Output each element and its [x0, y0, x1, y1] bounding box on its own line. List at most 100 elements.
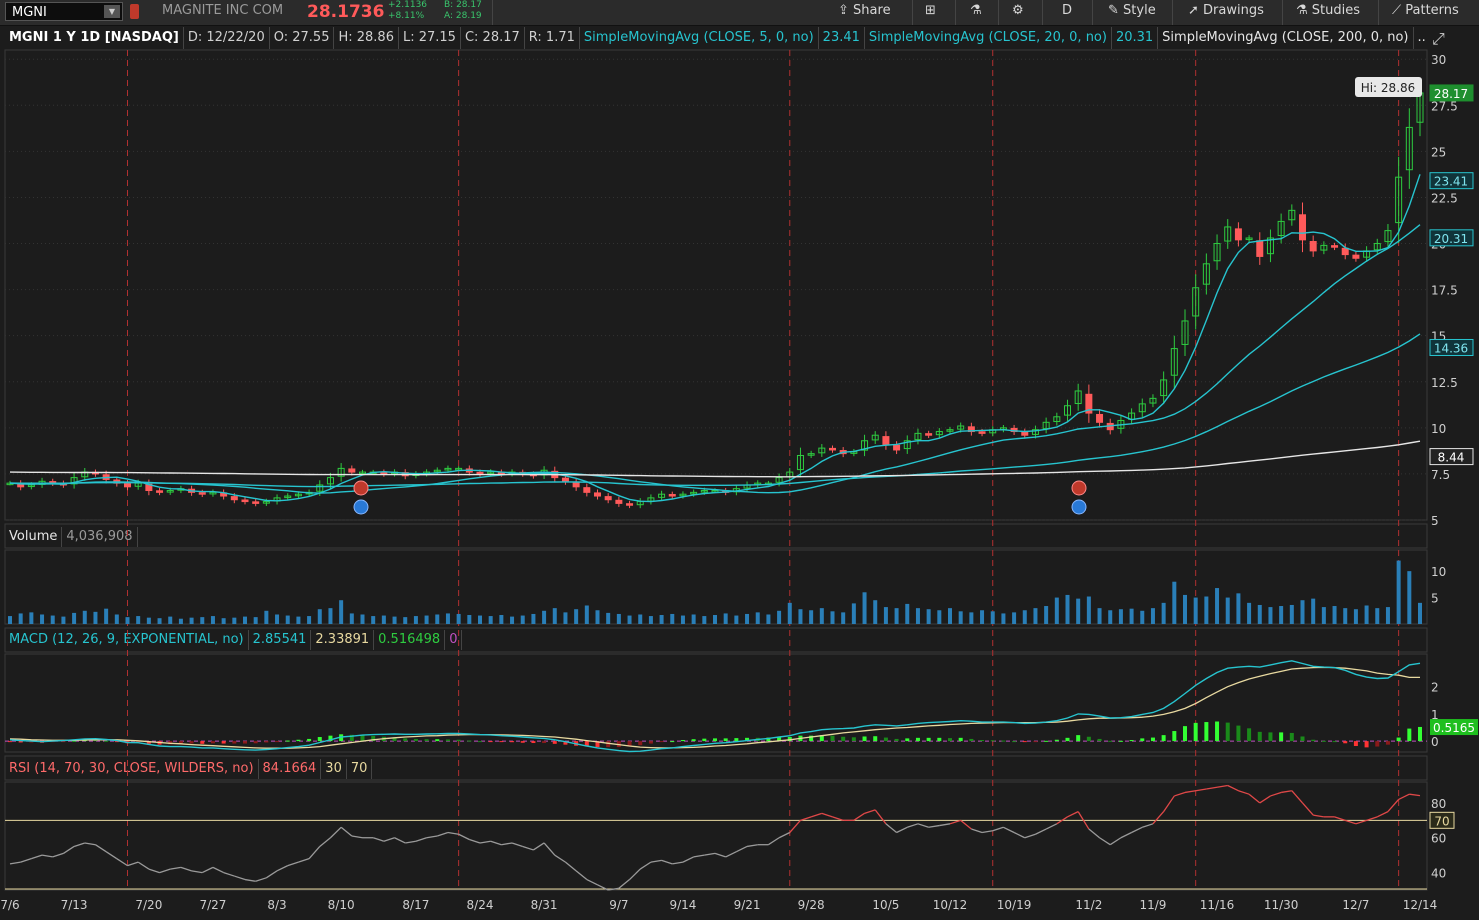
x-axis-tick: 7/13: [61, 898, 88, 912]
macd-histogram-bar: [638, 741, 643, 746]
rsi-line-segment: [565, 861, 577, 872]
volume-bar: [210, 616, 215, 624]
macd-histogram-bar: [1033, 741, 1038, 743]
macd-histogram-bar: [317, 737, 322, 742]
rsi-line-segment: [874, 809, 887, 825]
macd-histogram-bar: [296, 739, 301, 742]
volume-bar: [339, 600, 344, 624]
macd-histogram-bar: [531, 741, 536, 744]
volume-bar: [510, 616, 515, 624]
volume-bar: [72, 612, 77, 624]
volume-bar: [713, 615, 717, 624]
volume-bar: [18, 613, 23, 624]
macd-histogram-bar: [894, 738, 899, 742]
rsi-line-segment: [832, 816, 844, 821]
volume-bar: [125, 617, 130, 624]
macd-histogram-bar: [1204, 722, 1209, 742]
rsi-line-segment: [127, 861, 139, 867]
volume-bar: [1247, 602, 1252, 624]
candle-body: [1331, 245, 1339, 248]
volume-bar: [435, 614, 440, 624]
volume-bar: [136, 616, 141, 624]
rsi-line-segment: [650, 859, 662, 863]
volume-bar: [1257, 604, 1262, 624]
rsi-line-segment: [116, 858, 128, 867]
volume-bar: [937, 610, 942, 624]
volume-bar: [168, 616, 173, 624]
rsi-line-segment: [1099, 837, 1111, 846]
volume-bar: [798, 609, 803, 624]
rsi-line-segment: [191, 870, 203, 874]
rsi-line-segment: [778, 831, 791, 839]
macd-histogram-bar: [456, 739, 461, 742]
volume-bar: [178, 618, 183, 624]
volume-bar: [958, 611, 963, 624]
rsi-badge: 70: [1434, 814, 1449, 828]
macd-histogram-bar: [1172, 731, 1177, 742]
volume-bar: [1343, 608, 1348, 624]
volume-bar: [264, 610, 269, 624]
candle-down: [1256, 232, 1264, 265]
macd-histogram-bar: [243, 741, 247, 744]
macd-histogram-bar: [285, 740, 290, 742]
volume-bar: [146, 617, 151, 624]
volume-bar: [8, 616, 12, 624]
volume-bar: [648, 616, 653, 624]
macd-histogram-bar: [1118, 740, 1123, 742]
rsi-line-segment: [244, 878, 256, 882]
macd-histogram-bar: [1065, 737, 1070, 742]
volume-bar: [114, 614, 119, 624]
volume-bar: [787, 602, 792, 624]
volume-bar: [296, 616, 301, 624]
rsi-line-segment: [394, 837, 406, 844]
macd-histogram-bar: [969, 738, 974, 742]
candle-down: [1299, 202, 1306, 253]
macd-histogram-bar: [467, 740, 472, 742]
macd-histogram-bar: [1193, 722, 1198, 742]
macd-histogram-bar: [1054, 739, 1059, 742]
volume-bar: [809, 610, 814, 624]
rsi-line-segment: [939, 823, 951, 827]
rsi-line-segment: [661, 859, 673, 865]
candle-up: [1053, 412, 1061, 426]
rsi-line-segment: [52, 852, 64, 858]
volume-bar: [1022, 610, 1027, 624]
macd-histogram-bar: [937, 737, 942, 742]
rsi-line-segment: [1184, 790, 1196, 794]
candle-body: [476, 471, 484, 475]
volume-bar: [1193, 597, 1198, 624]
volume-bar: [1289, 604, 1294, 624]
volume-bar: [659, 615, 664, 624]
rsi-line-segment: [319, 837, 331, 847]
macd-histogram-bar: [830, 735, 835, 742]
rsi-line-segment: [639, 861, 652, 870]
macd-histogram-bar: [1375, 741, 1380, 747]
rsi-line-segment: [447, 831, 459, 835]
volume-bar: [413, 616, 418, 624]
volume-bar: [616, 613, 621, 624]
volume-bar: [1001, 613, 1006, 624]
rsi-line-segment: [575, 870, 588, 881]
macd-histogram-bar: [1396, 737, 1401, 742]
volume-bar: [638, 614, 643, 624]
rsi-line-segment: [405, 840, 417, 844]
chart-canvas[interactable]: 57.51012.51517.52022.52527.530Hi: 28.862…: [0, 0, 1479, 920]
macd-histogram-bar: [1279, 732, 1284, 742]
macd-histogram-bar: [189, 741, 194, 744]
rsi-line-segment: [992, 826, 1004, 832]
rsi-line-segment: [41, 854, 53, 858]
x-axis-tick: 8/17: [402, 898, 429, 912]
macd-histogram-bar: [948, 738, 952, 742]
volume-bar: [606, 612, 611, 624]
candle-down: [893, 441, 901, 455]
macd-axis-tick: 2: [1431, 681, 1439, 695]
volume-bar: [1236, 593, 1241, 624]
volume-bar: [1118, 609, 1123, 624]
sma50-badge: 14.36: [1434, 341, 1468, 355]
volume-bar: [595, 610, 600, 624]
candle-body: [252, 501, 260, 504]
volume-bar: [777, 610, 782, 624]
price-axis-tick: 30: [1431, 53, 1446, 67]
macd-histogram-bar: [702, 738, 707, 742]
rsi-line-segment: [201, 866, 214, 874]
